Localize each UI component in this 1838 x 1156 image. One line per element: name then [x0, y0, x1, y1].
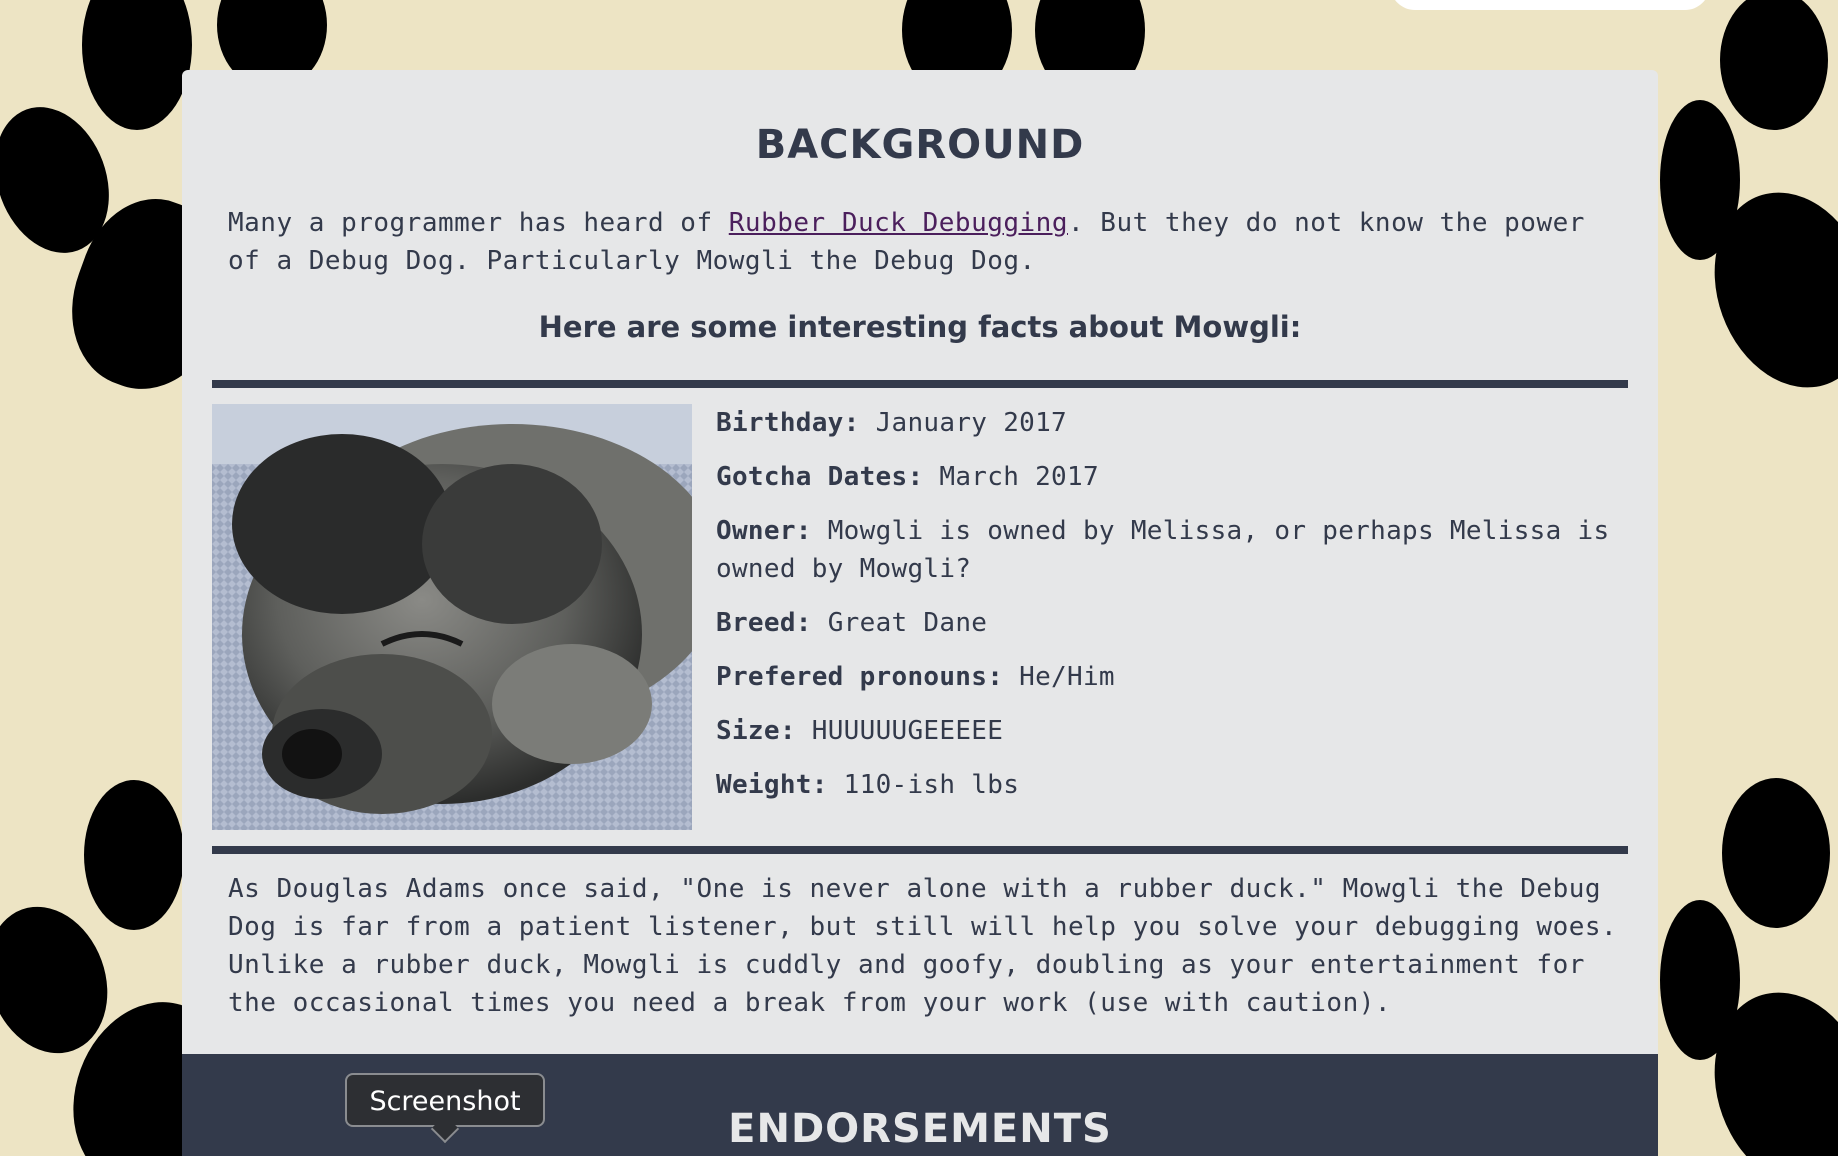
facts-heading: Here are some interesting facts about Mo…: [538, 310, 1302, 344]
fact-item: Birthday: January 2017: [716, 404, 1616, 442]
divider: [212, 380, 1628, 388]
fact-item: Gotcha Dates: March 2017: [716, 458, 1616, 496]
fact-label: Birthday:: [716, 408, 860, 438]
fact-item: Breed: Great Dane: [716, 604, 1616, 642]
intro-paragraph: Many a programmer has heard of Rubber Du…: [228, 204, 1618, 280]
intro-text-before: Many a programmer has heard of: [228, 208, 729, 238]
fact-label: Weight:: [716, 770, 828, 800]
fact-value: January 2017: [875, 408, 1068, 438]
fact-value: Great Dane: [827, 608, 988, 638]
fact-value: March 2017: [939, 462, 1099, 492]
fact-item: Prefered pronouns: He/Him: [716, 658, 1616, 696]
fact-label: Breed:: [716, 608, 812, 638]
screenshot-tooltip: Screenshot: [345, 1073, 545, 1127]
facts-list: Birthday: January 2017 Gotcha Dates: Mar…: [716, 404, 1616, 820]
background-title: BACKGROUND: [755, 122, 1085, 168]
fact-value: Mowgli is owned by Melissa, or perhaps M…: [716, 516, 1610, 584]
fact-value: 110-ish lbs: [843, 770, 1020, 800]
fact-label: Owner:: [716, 516, 812, 546]
background-card: BACKGROUND Many a programmer has heard o…: [182, 70, 1658, 1054]
fact-item: Weight: 110-ish lbs: [716, 766, 1616, 804]
fact-item: Owner: Mowgli is owned by Melissa, or pe…: [716, 512, 1616, 588]
fact-value: HUUUUUGEEEEE: [811, 716, 1004, 746]
divider: [212, 846, 1628, 854]
fact-label: Prefered pronouns:: [716, 662, 1004, 692]
top-decoration: [1390, 0, 1710, 10]
puppy-photo: [212, 404, 692, 830]
rubber-duck-debugging-link[interactable]: Rubber Duck Debugging: [729, 208, 1068, 238]
fact-value: He/Him: [1019, 662, 1115, 692]
quote-paragraph: As Douglas Adams once said, "One is neve…: [228, 874, 1618, 1018]
fact-item: Size: HUUUUUGEEEEE: [716, 712, 1616, 750]
fact-label: Gotcha Dates:: [716, 462, 924, 492]
fact-label: Size:: [716, 716, 796, 746]
